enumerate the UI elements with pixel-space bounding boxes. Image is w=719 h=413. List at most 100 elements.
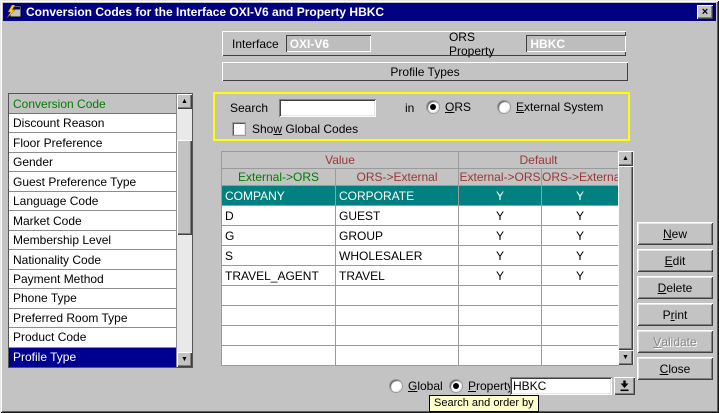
list-item[interactable]: Product Code — [9, 328, 176, 347]
print-button[interactable]: Print — [637, 303, 713, 326]
list-item[interactable]: Preferred Room Type — [9, 309, 176, 328]
table-cell — [222, 306, 336, 326]
table-cell: S — [222, 246, 336, 266]
delete-button[interactable]: Delete — [637, 276, 713, 299]
radio-ors-label: ORS — [445, 100, 471, 114]
table-row[interactable]: SWHOLESALERYY — [222, 246, 619, 266]
table-cell: Y — [542, 206, 619, 226]
scroll-up-icon[interactable]: ▲ — [618, 151, 633, 166]
interface-label: Interface — [232, 37, 279, 51]
table-cell — [459, 286, 542, 306]
profile-types-bar[interactable]: Profile Types — [222, 62, 628, 81]
conversion-code-header: Conversion Code — [9, 94, 176, 114]
property-input[interactable] — [510, 377, 612, 395]
table-row — [222, 286, 619, 306]
col-header-default-external-ors[interactable]: External->ORS — [459, 169, 542, 186]
checkbox-icon — [233, 123, 245, 135]
table-cell — [459, 306, 542, 326]
list-item[interactable]: Language Code — [9, 192, 176, 211]
group-header-default: Default — [459, 152, 619, 169]
window-title: Conversion Codes for the Interface OXI-V… — [26, 5, 384, 19]
radio-property-icon — [450, 380, 462, 392]
list-item[interactable]: Gender — [9, 153, 176, 172]
validate-button: Validate — [637, 330, 713, 353]
list-item[interactable]: Guest Preference Type — [9, 172, 176, 191]
titlebar[interactable]: Conversion Codes for the Interface OXI-V… — [3, 3, 716, 21]
radio-external-icon — [498, 101, 510, 113]
table-cell: Y — [459, 226, 542, 246]
table-row[interactable]: TRAVEL_AGENTTRAVELYY — [222, 266, 619, 286]
table-row[interactable]: DGUESTYY — [222, 206, 619, 226]
table-row — [222, 346, 619, 366]
list-scrollbar-thumb[interactable] — [177, 140, 192, 235]
table-cell — [542, 286, 619, 306]
col-header-ors-external[interactable]: ORS->External — [336, 169, 459, 186]
radio-global[interactable]: Global — [390, 379, 443, 393]
tooltip: Search and order by — [429, 395, 539, 412]
radio-global-label: Global — [408, 379, 443, 393]
lov-dropdown-button[interactable] — [614, 377, 635, 395]
table-cell: GROUP — [336, 226, 459, 246]
list-scrollbar[interactable]: ▲ ▼ — [176, 94, 192, 367]
in-label: in — [405, 101, 414, 115]
table-cell: Y — [459, 266, 542, 286]
table-cell — [336, 286, 459, 306]
table-cell: Y — [459, 186, 542, 206]
list-item[interactable]: Payment Method — [9, 270, 176, 289]
close-button[interactable]: Close — [637, 357, 713, 380]
list-item[interactable]: Profile Type — [9, 348, 176, 367]
table-cell: WHOLESALER — [336, 246, 459, 266]
table-row[interactable]: GGROUPYY — [222, 226, 619, 246]
table-cell: G — [222, 226, 336, 246]
table-cell: Y — [459, 246, 542, 266]
col-header-default-ors-external[interactable]: ORS->External — [542, 169, 619, 186]
radio-ors-icon — [427, 101, 439, 113]
ors-property-value-field: HBKC — [526, 35, 626, 52]
list-item[interactable]: Floor Preference — [9, 133, 176, 152]
table-cell — [542, 346, 619, 366]
list-item[interactable]: Phone Type — [9, 289, 176, 308]
table-row — [222, 326, 619, 346]
show-global-codes-checkbox[interactable]: Show Global Codes — [233, 122, 358, 136]
edit-button[interactable]: Edit — [637, 249, 713, 272]
radio-property-label: Property — [468, 379, 513, 393]
list-item[interactable]: Nationality Code — [9, 250, 176, 269]
radio-property[interactable]: Property — [450, 379, 513, 393]
grid-scrollbar[interactable]: ▲ ▼ — [618, 151, 634, 365]
app-icon — [6, 5, 22, 19]
radio-ors[interactable]: ORS — [427, 100, 471, 114]
table-cell — [336, 346, 459, 366]
table-cell — [542, 306, 619, 326]
list-item[interactable]: Market Code — [9, 211, 176, 230]
show-global-codes-label: Show Global Codes — [252, 122, 358, 136]
close-icon[interactable]: × — [697, 5, 713, 19]
down-arrow-icon — [619, 380, 630, 392]
search-label: Search — [230, 101, 268, 115]
table-cell — [459, 346, 542, 366]
radio-external-system[interactable]: External System — [498, 100, 603, 114]
interface-value-field: OXI-V6 — [286, 35, 371, 52]
scroll-down-icon[interactable]: ▼ — [177, 352, 192, 367]
list-item[interactable]: Membership Level — [9, 231, 176, 250]
profile-types-label: Profile Types — [390, 65, 459, 79]
codes-grid: Value Default External->ORS ORS->Externa… — [221, 151, 634, 365]
action-buttons: New Edit Delete Print Validate Close — [637, 222, 713, 384]
scroll-down-icon[interactable]: ▼ — [618, 350, 633, 365]
table-cell — [222, 286, 336, 306]
table-cell: TRAVEL_AGENT — [222, 266, 336, 286]
search-panel: Search in ORS External System Show Globa… — [213, 92, 630, 141]
table-cell — [336, 326, 459, 346]
scroll-up-icon[interactable]: ▲ — [177, 94, 192, 109]
search-input[interactable] — [279, 99, 376, 117]
table-row[interactable]: COMPANYCORPORATEYY — [222, 186, 619, 206]
col-header-external-ors[interactable]: External->ORS — [222, 169, 336, 186]
grid-scrollbar-thumb[interactable] — [618, 166, 633, 350]
table-cell: TRAVEL — [336, 266, 459, 286]
list-item[interactable]: Discount Reason — [9, 114, 176, 133]
table-cell: COMPANY — [222, 186, 336, 206]
table-cell: Y — [459, 206, 542, 226]
new-button[interactable]: New — [637, 222, 713, 245]
interface-panel: Interface OXI-V6 ORS Property HBKC — [222, 31, 626, 56]
table-cell — [222, 326, 336, 346]
table-cell: GUEST — [336, 206, 459, 226]
